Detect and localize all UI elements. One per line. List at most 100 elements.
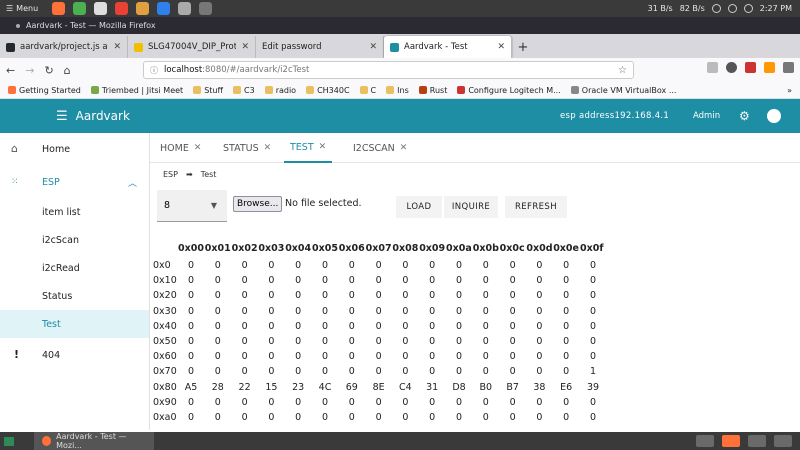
- register-cell: 0: [241, 366, 248, 378]
- workspace-1[interactable]: [696, 435, 714, 447]
- close-tab-icon[interactable]: ✕: [369, 42, 377, 52]
- sidebar-item-test[interactable]: Test: [0, 310, 149, 338]
- tab-label: SLG47004V_DIP_Proto_Boa: [148, 42, 237, 52]
- editor-launcher-icon[interactable]: [136, 2, 150, 15]
- aardvark-icon: [390, 42, 399, 52]
- close-icon[interactable]: ✕: [264, 143, 272, 153]
- back-icon[interactable]: ←: [6, 64, 15, 77]
- user-name[interactable]: Admin: [693, 111, 720, 121]
- bluetooth-icon[interactable]: [711, 4, 721, 13]
- menu-icon: ☰: [6, 4, 14, 13]
- register-cell: 0: [563, 320, 570, 332]
- sidebar-item-home[interactable]: ⌂ Home: [0, 135, 149, 163]
- files-launcher-icon[interactable]: [73, 2, 87, 15]
- firefox-launcher-icon[interactable]: [52, 2, 66, 15]
- sidebar-item-i2cread[interactable]: i2cRead: [0, 254, 149, 282]
- load-button[interactable]: LOAD: [396, 196, 442, 218]
- page-info-icon[interactable]: ⓘ: [150, 65, 158, 76]
- column-header: 0x0d: [526, 243, 553, 254]
- bookmark-item[interactable]: C3: [233, 86, 255, 95]
- clock[interactable]: 2:27 PM: [760, 4, 792, 13]
- tab-home[interactable]: HOME ✕: [160, 133, 201, 163]
- register-cell: 0: [509, 275, 516, 287]
- account-icon[interactable]: [726, 62, 737, 73]
- chevron-up-icon[interactable]: ︿: [128, 176, 137, 189]
- reload-icon[interactable]: ↻: [44, 64, 53, 77]
- browser-tab-3[interactable]: Edit password ✕: [256, 36, 384, 58]
- browser-tab-4[interactable]: Aardvark - Test ✕: [384, 36, 512, 58]
- virtualbox-launcher-icon[interactable]: [178, 2, 192, 15]
- sidebar-item-item-list[interactable]: item list: [0, 198, 149, 226]
- bookmark-item[interactable]: Configure Logitech M...: [457, 86, 561, 95]
- register-cell: 0: [455, 351, 463, 363]
- amazon-icon[interactable]: [764, 62, 775, 73]
- register-cell: 8E: [372, 381, 385, 393]
- bookmark-item[interactable]: Rust: [418, 86, 447, 95]
- bookmark-item[interactable]: Oracle VM VirtualBox ...: [570, 86, 676, 95]
- register-cell: E6: [560, 381, 573, 393]
- show-desktop-icon[interactable]: [4, 436, 14, 446]
- browse-button[interactable]: Browse...: [233, 196, 283, 212]
- register-cell: 0: [268, 290, 275, 302]
- vscode-launcher-icon[interactable]: [157, 2, 171, 15]
- bookmark-label: radio: [275, 85, 297, 95]
- sidebar-item-esp[interactable]: ⁙ ESP ︿: [0, 168, 149, 196]
- browser-tab-2[interactable]: SLG47004V_DIP_Proto_Boa ✕: [128, 36, 256, 58]
- github-icon[interactable]: [767, 109, 781, 123]
- sidebar-item-404[interactable]: ! 404: [0, 341, 149, 369]
- menu-icon[interactable]: [783, 62, 794, 73]
- register-select[interactable]: 8 ▼: [157, 190, 227, 222]
- sidebar-item-i2cscan[interactable]: i2cScan: [0, 226, 149, 254]
- tab-test[interactable]: TEST ✕: [284, 133, 333, 163]
- extension-icon[interactable]: [745, 62, 756, 73]
- hamburger-icon[interactable]: ☰: [56, 109, 68, 124]
- close-tab-icon[interactable]: ✕: [241, 42, 249, 52]
- os-menu-button[interactable]: ☰ Menu: [0, 0, 44, 17]
- terminal-launcher-icon[interactable]: [94, 2, 108, 15]
- browser-tab-1[interactable]: aardvark/project.js at ma ✕: [0, 36, 128, 58]
- bookmark-item[interactable]: Getting Started: [8, 86, 81, 95]
- forward-icon[interactable]: →: [25, 64, 34, 77]
- folder-launcher-icon[interactable]: [199, 2, 213, 15]
- chrome-launcher-icon[interactable]: [115, 2, 129, 15]
- volume-icon[interactable]: [727, 4, 737, 13]
- network-icon[interactable]: [743, 4, 753, 13]
- workspace-switcher: [696, 435, 800, 447]
- tab-i2cscan[interactable]: I2CSCAN ✕: [353, 133, 407, 163]
- register-cell: 0: [482, 366, 489, 378]
- pocket-icon[interactable]: [707, 62, 718, 73]
- sidebar: ⌂ Home ⁙ ESP ︿ item list i2cScan i2cRead…: [0, 133, 150, 430]
- address-bar[interactable]: ⓘ localhost:8080/#/aardvark/i2cTest ☆: [143, 61, 634, 79]
- taskbar-window-button[interactable]: Aardvark - Test — Mozi...: [34, 432, 154, 450]
- refresh-button[interactable]: REFRESH: [505, 196, 567, 218]
- bookmark-item[interactable]: radio: [264, 85, 297, 95]
- bookmark-item[interactable]: CH340C: [306, 86, 350, 95]
- bookmarks-overflow-icon[interactable]: »: [787, 86, 800, 95]
- main-tab-bar: HOME ✕ STATUS ✕ TEST ✕ I2CSCAN ✕: [150, 133, 800, 163]
- close-tab-icon[interactable]: ✕: [497, 42, 505, 52]
- workspace-4[interactable]: [774, 435, 792, 447]
- close-icon[interactable]: ✕: [194, 143, 202, 153]
- workspace-2[interactable]: [722, 435, 740, 447]
- bookmark-item[interactable]: Stuff: [193, 86, 223, 95]
- inquire-button[interactable]: INQUIRE: [444, 196, 498, 218]
- bookmark-item[interactable]: C: [359, 86, 376, 95]
- breadcrumb-parent[interactable]: ESP: [163, 170, 178, 179]
- bookmark-star-icon[interactable]: ☆: [618, 65, 627, 76]
- register-cell: 0: [536, 412, 543, 423]
- gear-icon[interactable]: ⚙: [739, 109, 750, 123]
- close-tab-icon[interactable]: ✕: [113, 42, 121, 52]
- bookmark-item[interactable]: Triembed | Jitsi Meet: [90, 86, 183, 95]
- folder-icon: [193, 86, 202, 94]
- tab-status[interactable]: STATUS ✕: [223, 133, 271, 163]
- register-cell: 0: [402, 260, 409, 271]
- sidebar-item-status[interactable]: Status: [0, 282, 149, 310]
- bookmark-item[interactable]: Ins: [386, 86, 409, 95]
- close-icon[interactable]: ✕: [400, 143, 408, 153]
- home-icon[interactable]: ⌂: [64, 64, 71, 77]
- workspace-3[interactable]: [748, 435, 766, 447]
- new-tab-button[interactable]: +: [512, 36, 534, 58]
- register-cell: 0: [536, 275, 543, 287]
- close-icon[interactable]: ✕: [319, 142, 327, 152]
- register-cell: 0: [429, 396, 436, 408]
